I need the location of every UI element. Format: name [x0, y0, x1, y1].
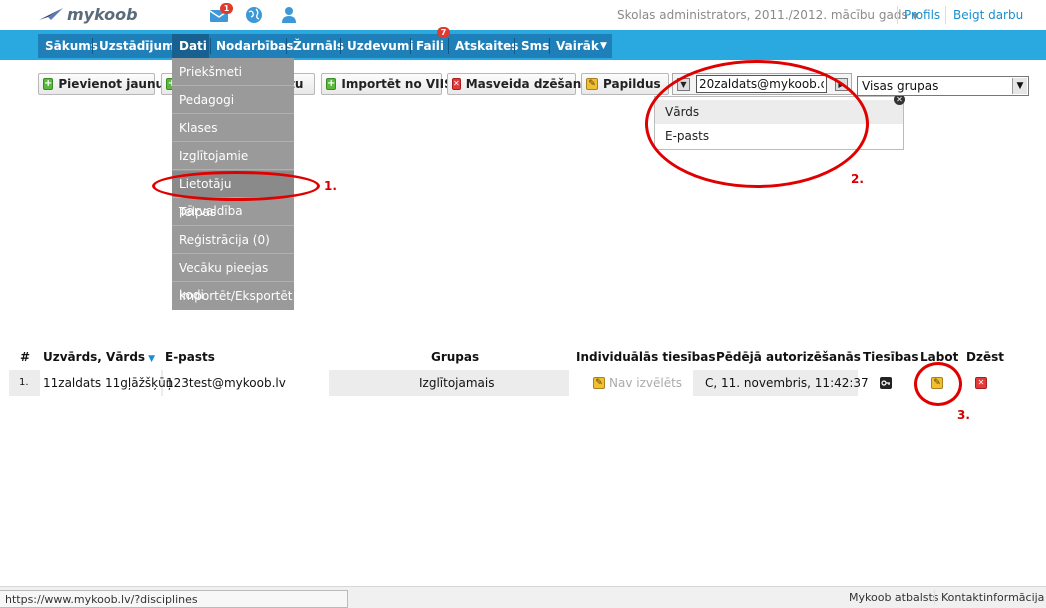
nav-item-data[interactable]: Dati — [172, 34, 209, 58]
annotation-circle-3 — [914, 362, 962, 406]
annotation-step-3: 3. — [957, 408, 970, 422]
chevron-down-icon: ▼ — [1012, 78, 1027, 94]
import-viis-label: Importēt no VIIS — [341, 77, 453, 91]
menu-item-parent-access-codes[interactable]: Vecāku pieejas kodi — [172, 255, 294, 302]
column-header-groups: Grupas — [431, 350, 480, 364]
nav-item-more[interactable]: Vairāk — [556, 34, 599, 58]
nav-separator — [286, 38, 287, 54]
row-name: 11zaldats 11gļāžšķūņ — [43, 376, 174, 390]
menu-item-teachers[interactable]: Pedagogi — [172, 87, 294, 114]
menu-item-subjects[interactable]: Priekšmeti — [172, 59, 294, 86]
user-role-selector[interactable]: Skolas administrators, 2011./2012. mācīb… — [617, 8, 919, 22]
add-new-button[interactable]: + Pievienot jaunu — [38, 73, 164, 95]
user-role-text: Skolas administrators, 2011./2012. mācīb… — [617, 8, 908, 22]
user-icon[interactable] — [280, 6, 300, 24]
menu-item-students[interactable]: Izglītojamie — [172, 143, 294, 170]
mass-delete-label: Masveida dzēšana — [465, 77, 590, 91]
nav-item-journal[interactable]: Žurnāls — [293, 34, 344, 58]
row-email: 123test@mykoob.lv — [166, 376, 286, 390]
nav-item-settings[interactable]: Uzstādījumi — [99, 34, 179, 58]
group-select-value: Visas grupas — [862, 79, 939, 93]
nav-item-reports[interactable]: Atskaites — [455, 34, 518, 58]
support-link[interactable]: Mykoob atbalsts — [849, 591, 939, 604]
add-new-label: Pievienot jaunu — [58, 77, 165, 91]
annotation-step-2: 2. — [851, 172, 864, 186]
mass-delete-button[interactable]: ✕ Masveida dzēšana — [447, 73, 589, 95]
menu-item-registration[interactable]: Reģistrācija (0) — [172, 227, 294, 254]
row-last-auth: C, 11. novembris, 11:42:37 — [705, 376, 869, 390]
row-individual-rights-value: Nav izvēlēts — [609, 376, 683, 390]
status-url: https://www.mykoob.lv/?disciplines — [0, 590, 348, 608]
nav-separator — [92, 38, 93, 54]
more-options-button[interactable]: ✎ Papildus — [581, 73, 669, 95]
row-individual-rights[interactable]: ✎ Nav izvēlēts — [593, 370, 682, 396]
column-header-individual-rights: Individuālās tiesības — [576, 350, 716, 364]
row-group: Izglītojamais — [419, 376, 495, 390]
column-header-delete: Dzēst — [966, 350, 1004, 364]
profile-link[interactable]: Profils — [904, 8, 940, 22]
contacts-link[interactable]: Kontaktinformācija — [941, 591, 1044, 604]
nav-item-tasks[interactable]: Uzdevumi — [347, 34, 413, 58]
annotation-circle-2 — [645, 60, 869, 188]
messages-icon[interactable]: 1 — [209, 3, 233, 24]
mykoob-logo[interactable]: mykoob — [38, 3, 138, 25]
delete-x-icon[interactable]: ✕ — [975, 377, 987, 389]
column-header-email[interactable]: E-pasts — [165, 344, 215, 370]
menu-item-import-export[interactable]: Importēt/Eksportēt — [172, 283, 294, 310]
column-header-last-auth[interactable]: Pēdējā autorizēšanās — [716, 344, 861, 370]
annotation-circle-1 — [152, 171, 320, 201]
column-header-name[interactable]: Uzvārds, Vārds ▼ — [43, 344, 155, 370]
nav-separator — [210, 38, 211, 54]
column-header-rights: Tiesības — [863, 350, 919, 364]
row-number: 1. — [19, 377, 29, 388]
globe-icon[interactable] — [245, 6, 265, 24]
nav-item-home[interactable]: Sākums — [45, 34, 98, 58]
files-badge: 7 — [437, 27, 450, 38]
annotation-step-1: 1. — [324, 179, 337, 193]
pencil-icon: ✎ — [593, 377, 605, 389]
paper-plane-icon — [39, 8, 63, 20]
import-viis-button[interactable]: + Importēt no VIIS — [321, 73, 453, 95]
nav-separator — [549, 38, 550, 54]
plus-icon: + — [43, 78, 54, 90]
logo-text: mykoob — [67, 4, 138, 24]
logout-link[interactable]: Beigt darbu — [953, 8, 1023, 22]
nav-item-sms[interactable]: Sms — [521, 34, 549, 58]
caret-down-icon[interactable]: ▼ — [600, 34, 610, 58]
nav-item-lessons[interactable]: Nodarbības — [216, 34, 293, 58]
group-select[interactable]: Visas grupas ▼ — [857, 76, 1029, 96]
delete-x-icon: ✕ — [452, 78, 461, 90]
key-icon[interactable] — [880, 377, 892, 389]
nav-separator — [340, 38, 341, 54]
sort-down-icon: ▼ — [148, 354, 155, 364]
column-header-name-label: Uzvārds, Vārds — [43, 350, 146, 364]
more-options-label: Papildus — [603, 77, 661, 91]
menu-item-classes[interactable]: Klases — [172, 115, 294, 142]
nav-separator — [448, 38, 449, 54]
column-header-number: # — [20, 350, 31, 364]
menu-item-rooms[interactable]: Telpas — [172, 199, 294, 226]
footer-divider — [934, 590, 935, 604]
header-divider — [897, 6, 898, 24]
pencil-icon: ✎ — [586, 78, 598, 90]
plus-icon: + — [326, 78, 337, 90]
nav-separator — [514, 38, 515, 54]
header-divider — [945, 6, 946, 24]
messages-badge: 1 — [220, 3, 233, 14]
nav-separator — [410, 38, 411, 54]
